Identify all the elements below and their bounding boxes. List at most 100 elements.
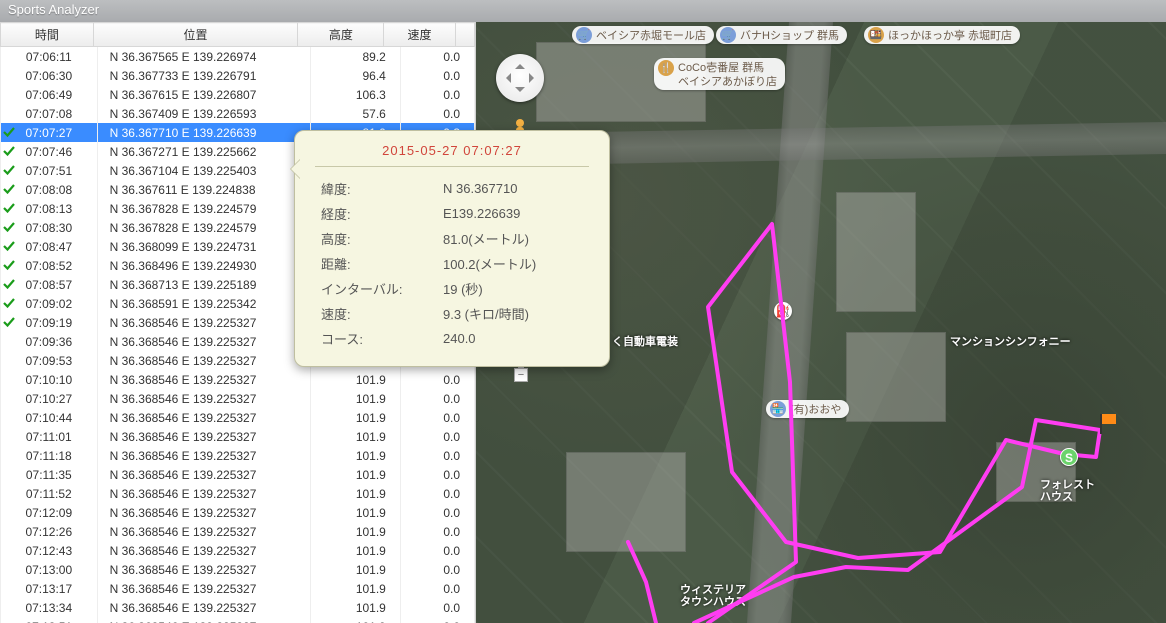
cell-position: N 36.368099 E 139.224731 (97, 237, 310, 256)
cell-speed: 0.0 (400, 47, 474, 66)
cell-altitude: 89.2 (311, 47, 401, 66)
cell-time: 07:06:30 (1, 66, 98, 85)
cell-speed: 0.0 (400, 85, 474, 104)
cell-position: N 36.367271 E 139.225662 (97, 142, 310, 161)
cell-altitude: 101.9 (311, 617, 401, 623)
cell-position: N 36.368546 E 139.225327 (97, 598, 310, 617)
cell-time: 07:09:19 (1, 313, 98, 332)
zoom-out-button[interactable]: − (514, 368, 528, 382)
cell-time: 07:08:30 (1, 218, 98, 237)
table-row[interactable]: 07:07:08N 36.367409 E 139.22659357.60.0 (1, 104, 475, 123)
poi-coco[interactable]: 🍴CoCo壱番屋 群馬 ベイシアあかぼり店 (654, 58, 785, 90)
poi-beisia[interactable]: 🛒ベイシア赤堀モール店 (572, 26, 714, 44)
cell-position: N 36.368546 E 139.225327 (97, 332, 310, 351)
poi-wisteria[interactable]: ウィステリアタウンハウス (676, 582, 754, 610)
poi-mansion[interactable]: マンションシンフォニー (946, 332, 1079, 350)
poi-hokka[interactable]: 🍱ほっかほっか亭 赤堀町店 (864, 26, 1020, 44)
poi-banah[interactable]: 🛒バナHショップ 群馬 (716, 26, 847, 44)
check-icon (3, 164, 15, 176)
label-course: コース: (317, 327, 437, 350)
cell-time: 07:10:44 (1, 408, 98, 427)
poi-densou[interactable]: く自動車電装 (608, 332, 686, 350)
table-row[interactable]: 07:11:35N 36.368546 E 139.225327101.90.0 (1, 465, 475, 484)
cell-time: 07:12:09 (1, 503, 98, 522)
cell-altitude: 106.3 (311, 85, 401, 104)
value-interval: 19 (秒) (439, 277, 540, 300)
pan-up-icon[interactable] (515, 59, 525, 69)
cell-time: 07:13:00 (1, 560, 98, 579)
bubble-details-table: 緯度:N 36.367710 経度:E139.226639 高度:81.0(メー… (315, 175, 542, 352)
table-row[interactable]: 07:10:44N 36.368546 E 139.225327101.90.0 (1, 408, 475, 427)
check-icon (3, 240, 15, 252)
table-row[interactable]: 07:06:30N 36.367733 E 139.22679196.40.0 (1, 66, 475, 85)
cell-position: N 36.367733 E 139.226791 (97, 66, 310, 85)
table-row[interactable]: 07:13:00N 36.368546 E 139.225327101.90.0 (1, 560, 475, 579)
table-row[interactable]: 07:06:11N 36.367565 E 139.22697489.20.0 (1, 47, 475, 66)
table-row[interactable]: 07:11:52N 36.368546 E 139.225327101.90.0 (1, 484, 475, 503)
cell-time: 07:09:02 (1, 294, 98, 313)
check-icon (3, 145, 15, 157)
label-distance: 距離: (317, 252, 437, 275)
poi-forest[interactable]: フォレストハウス (1036, 477, 1103, 505)
cell-altitude: 101.9 (311, 503, 401, 522)
cell-speed: 0.0 (400, 104, 474, 123)
cell-time: 07:07:51 (1, 161, 98, 180)
cell-position: N 36.368546 E 139.225327 (97, 541, 310, 560)
cell-position: N 36.368546 E 139.225327 (97, 427, 310, 446)
table-row[interactable]: 07:06:49N 36.367615 E 139.226807106.30.0 (1, 85, 475, 104)
cell-position: N 36.368546 E 139.225327 (97, 446, 310, 465)
cell-time: 07:12:43 (1, 541, 98, 560)
cell-position: N 36.368546 E 139.225327 (97, 522, 310, 541)
cell-speed: 0.0 (400, 446, 474, 465)
table-row[interactable]: 07:12:26N 36.368546 E 139.225327101.90.0 (1, 522, 475, 541)
cell-speed: 0.0 (400, 427, 474, 446)
table-row[interactable]: 07:13:34N 36.368546 E 139.225327101.90.0 (1, 598, 475, 617)
cell-position: N 36.368546 E 139.225327 (97, 389, 310, 408)
table-row[interactable]: 07:11:18N 36.368546 E 139.225327101.90.0 (1, 446, 475, 465)
cell-altitude: 101.9 (311, 484, 401, 503)
table-row[interactable]: 07:12:09N 36.368546 E 139.225327101.90.0 (1, 503, 475, 522)
cell-time: 07:13:51 (1, 617, 98, 623)
table-row[interactable]: 07:11:01N 36.368546 E 139.225327101.90.0 (1, 427, 475, 446)
bubble-timestamp: 2015-05-27 07:07:27 (315, 143, 589, 167)
cell-speed: 0.0 (400, 522, 474, 541)
cell-altitude: 101.9 (311, 370, 401, 389)
col-header-time[interactable]: 時間 (1, 23, 94, 47)
table-row[interactable]: 07:13:51N 36.368546 E 139.225327101.90.0 (1, 617, 475, 623)
table-row[interactable]: 07:12:43N 36.368546 E 139.225327101.90.0 (1, 541, 475, 560)
check-icon (3, 278, 15, 290)
table-row[interactable]: 07:10:27N 36.368546 E 139.225327101.90.0 (1, 389, 475, 408)
map-building (566, 452, 686, 552)
cell-speed: 0.0 (400, 370, 474, 389)
value-course: 240.0 (439, 327, 540, 350)
cell-speed: 0.0 (400, 598, 474, 617)
app-title: Sports Analyzer (8, 2, 99, 17)
gas-station-icon[interactable]: ⛽ (774, 302, 792, 320)
cell-time: 07:08:47 (1, 237, 98, 256)
table-row[interactable]: 07:13:17N 36.368546 E 139.225327101.90.0 (1, 579, 475, 598)
cell-speed: 0.0 (400, 579, 474, 598)
shop-icon: 🛒 (576, 27, 592, 43)
check-icon (3, 183, 15, 195)
cell-altitude: 101.9 (311, 446, 401, 465)
pan-down-icon[interactable] (515, 87, 525, 97)
value-latitude: N 36.367710 (439, 177, 540, 200)
cell-speed: 0.0 (400, 465, 474, 484)
bubble-tail-icon (281, 159, 301, 179)
table-row[interactable]: 07:10:10N 36.368546 E 139.225327101.90.0 (1, 370, 475, 389)
col-header-speed[interactable]: 速度 (384, 23, 455, 47)
shop-icon: 🏪 (770, 401, 786, 417)
cell-altitude: 101.9 (311, 598, 401, 617)
col-header-position[interactable]: 位置 (93, 23, 298, 47)
pan-left-icon[interactable] (501, 73, 511, 83)
map-pan-control[interactable] (496, 54, 544, 102)
cell-time: 07:08:52 (1, 256, 98, 275)
cell-time: 07:13:34 (1, 598, 98, 617)
value-longitude: E139.226639 (439, 202, 540, 225)
cell-time: 07:09:53 (1, 351, 98, 370)
col-header-altitude[interactable]: 高度 (298, 23, 384, 47)
poi-ooya[interactable]: 🏪(有)おおや (766, 400, 849, 418)
cell-position: N 36.368546 E 139.225327 (97, 579, 310, 598)
cell-altitude: 57.6 (311, 104, 401, 123)
pan-right-icon[interactable] (529, 73, 539, 83)
